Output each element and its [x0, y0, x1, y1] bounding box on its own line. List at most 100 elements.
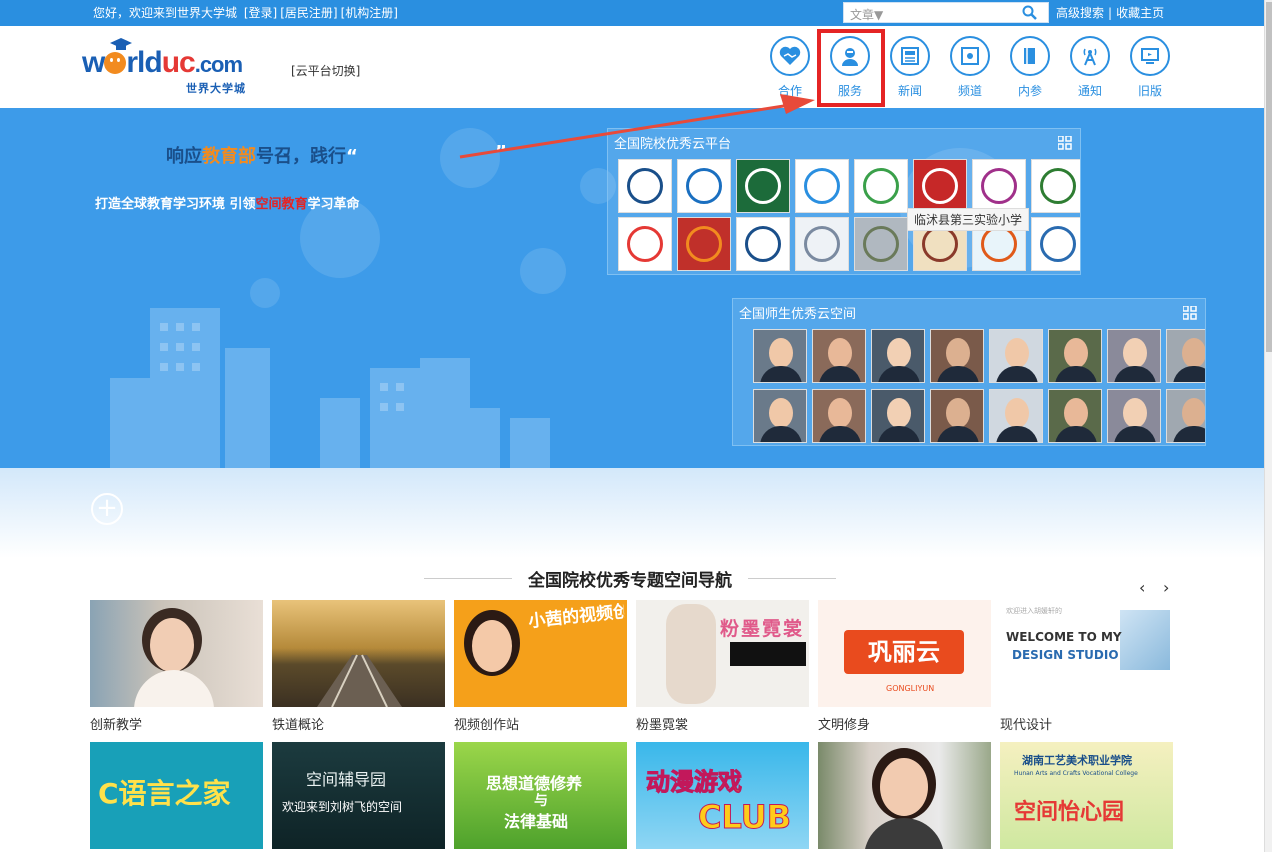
prev-arrow-icon[interactable]: ‹: [1139, 578, 1145, 597]
card-art-text: 法律基础: [504, 812, 569, 831]
slogan-quote-close: ”: [495, 142, 507, 163]
teacher-avatar-thumbnail[interactable]: [871, 329, 925, 383]
topic-thumbnail[interactable]: [90, 600, 263, 707]
school-logo-thumbnail[interactable]: [854, 217, 908, 271]
school-logo-thumbnail[interactable]: [736, 159, 790, 213]
nav-internal[interactable]: 内参: [1008, 34, 1052, 102]
topic-card[interactable]: 思想道德修养 与 法律基础: [454, 742, 627, 849]
teacher-avatar-thumbnail[interactable]: [989, 329, 1043, 383]
topic-card[interactable]: 欢迎进入胡媛轩的 WELCOME TO MY DESIGN STUDIO 现代设…: [1000, 600, 1173, 733]
topic-thumbnail[interactable]: 湖南工艺美术职业学院 Hunan Arts and Crafts Vocatio…: [1000, 742, 1173, 849]
teacher-avatar-thumbnail[interactable]: [753, 329, 807, 383]
topic-caption[interactable]: 创新教学: [90, 714, 263, 733]
teacher-avatar-thumbnail[interactable]: [989, 389, 1043, 443]
teacher-avatar-thumbnail[interactable]: [812, 389, 866, 443]
topic-caption[interactable]: 现代设计: [1000, 714, 1173, 733]
topic-card[interactable]: 铁道概论: [272, 600, 445, 733]
subslogan-part: 打造全球教育学习环境 引领: [95, 197, 256, 212]
teacher-avatar-thumbnail[interactable]: [812, 329, 866, 383]
school-logo-thumbnail[interactable]: [795, 159, 849, 213]
school-logo-thumbnail[interactable]: [795, 217, 849, 271]
teacher-avatar-thumbnail[interactable]: [1048, 389, 1102, 443]
school-logo-thumbnail[interactable]: [913, 159, 967, 213]
topic-card[interactable]: 创新教学: [90, 600, 263, 733]
resident-register-link[interactable]: [居民注册]: [280, 6, 337, 20]
topic-caption[interactable]: 粉墨霓裳: [636, 714, 809, 733]
topic-thumbnail[interactable]: C语言之家: [90, 742, 263, 849]
advanced-search-link[interactable]: 高级搜索: [1056, 6, 1104, 20]
banner-wave: [0, 468, 1264, 558]
school-logo-thumbnail[interactable]: [1031, 217, 1080, 271]
topic-card[interactable]: 动漫游戏 CLUB: [636, 742, 809, 849]
bookmark-link[interactable]: 收藏主页: [1116, 6, 1164, 20]
search-type-select[interactable]: 文章▼: [850, 6, 883, 23]
topic-card[interactable]: 湖南工艺美术职业学院 Hunan Arts and Crafts Vocatio…: [1000, 742, 1173, 849]
topic-thumbnail[interactable]: 小茜的视频创作站: [454, 600, 627, 707]
topic-thumbnail[interactable]: [272, 600, 445, 707]
grid-view-icon[interactable]: [1058, 136, 1072, 150]
teacher-avatar-thumbnail[interactable]: [1048, 329, 1102, 383]
topic-thumbnail[interactable]: 空间辅导园 欢迎来到刘树飞的空间: [272, 742, 445, 849]
search-icon[interactable]: [1022, 5, 1038, 21]
teacher-avatar-thumbnail[interactable]: [1166, 329, 1205, 383]
card-art-text: 动漫游戏: [646, 768, 743, 797]
topic-thumbnail[interactable]: [818, 742, 991, 849]
topic-thumbnail[interactable]: 欢迎进入胡媛轩的 WELCOME TO MY DESIGN STUDIO: [1000, 600, 1173, 707]
banner-subslogan: 打造全球教育学习环境 引领空间教育学习革命: [95, 193, 360, 212]
school-logo-thumbnail[interactable]: [618, 217, 672, 271]
topic-card[interactable]: 粉墨霓裳 粉墨霓裳: [636, 600, 809, 733]
topic-caption[interactable]: 铁道概论: [272, 714, 445, 733]
cloud-switch-link[interactable]: [云平台切换]: [291, 62, 360, 79]
card-art-text: 粉墨霓裳: [720, 618, 805, 640]
org-register-link[interactable]: [机构注册]: [341, 6, 398, 20]
topic-card[interactable]: [818, 742, 991, 849]
slogan-part: 号召，践行: [256, 146, 346, 167]
school-logo-thumbnail[interactable]: [677, 159, 731, 213]
teacher-avatar-thumbnail[interactable]: [1166, 389, 1205, 443]
topic-thumbnail[interactable]: 思想道德修养 与 法律基础: [454, 742, 627, 849]
school-logo-thumbnail[interactable]: [972, 159, 1026, 213]
topic-thumbnail[interactable]: 巩丽云 GONGLIYUN: [818, 600, 991, 707]
expand-plus-icon[interactable]: +: [91, 493, 123, 525]
handshake-heart-icon: [779, 46, 801, 65]
page-scrollbar[interactable]: [1264, 0, 1272, 852]
slogan-part: 响应: [166, 146, 202, 167]
nav-old-version[interactable]: 旧版: [1128, 34, 1172, 102]
worlduc-logo[interactable]: w rlduc.com 世界大学城: [82, 38, 272, 95]
school-logo-thumbnail[interactable]: [618, 159, 672, 213]
topic-card[interactable]: 小茜的视频创作站 视频创作站: [454, 600, 627, 733]
card-art-text: 欢迎来到刘树飞的空间: [282, 800, 403, 814]
teacher-avatar-thumbnail[interactable]: [1107, 389, 1161, 443]
topic-caption[interactable]: 视频创作站: [454, 714, 627, 733]
topic-card[interactable]: 空间辅导园 欢迎来到刘树飞的空间: [272, 742, 445, 849]
topic-thumbnail[interactable]: 粉墨霓裳: [636, 600, 809, 707]
teacher-avatar-thumbnail[interactable]: [1107, 329, 1161, 383]
login-link[interactable]: [登录]: [244, 6, 277, 20]
nav-news[interactable]: 新闻: [888, 34, 932, 102]
card-art-text: Hunan Arts and Crafts Vocational College: [1014, 770, 1138, 777]
grid-view-icon[interactable]: [1183, 306, 1197, 320]
nav-notice[interactable]: 通知: [1068, 34, 1112, 102]
topic-thumbnail[interactable]: 动漫游戏 CLUB: [636, 742, 809, 849]
channel-icon: [961, 47, 979, 65]
nav-label: 合作: [777, 84, 802, 98]
next-arrow-icon[interactable]: ›: [1163, 578, 1169, 597]
hero-banner: 响应教育部号召，践行“ ” 打造全球教育学习环境 引领空间教育学习革命 全国院校…: [0, 108, 1264, 468]
school-logo-thumbnail[interactable]: [1031, 159, 1080, 213]
school-logo-thumbnail[interactable]: [736, 217, 790, 271]
school-logo-thumbnail[interactable]: [677, 217, 731, 271]
teacher-avatar-thumbnail[interactable]: [871, 389, 925, 443]
search-box[interactable]: 文章▼: [843, 2, 1049, 23]
highlight-box: [817, 29, 885, 107]
nav-channel[interactable]: 频道: [948, 34, 992, 102]
topic-card[interactable]: 巩丽云 GONGLIYUN 文明修身: [818, 600, 991, 733]
nav-cooperate[interactable]: 合作: [768, 34, 812, 102]
teacher-avatar-thumbnail[interactable]: [930, 389, 984, 443]
school-logo-thumbnail[interactable]: [854, 159, 908, 213]
topic-card[interactable]: C语言之家: [90, 742, 263, 849]
topic-caption[interactable]: 文明修身: [818, 714, 991, 733]
scrollbar-thumb[interactable]: [1266, 2, 1272, 352]
teacher-avatar-thumbnail[interactable]: [930, 329, 984, 383]
teacher-avatar-thumbnail[interactable]: [753, 389, 807, 443]
nav-label: 通知: [1077, 84, 1102, 98]
